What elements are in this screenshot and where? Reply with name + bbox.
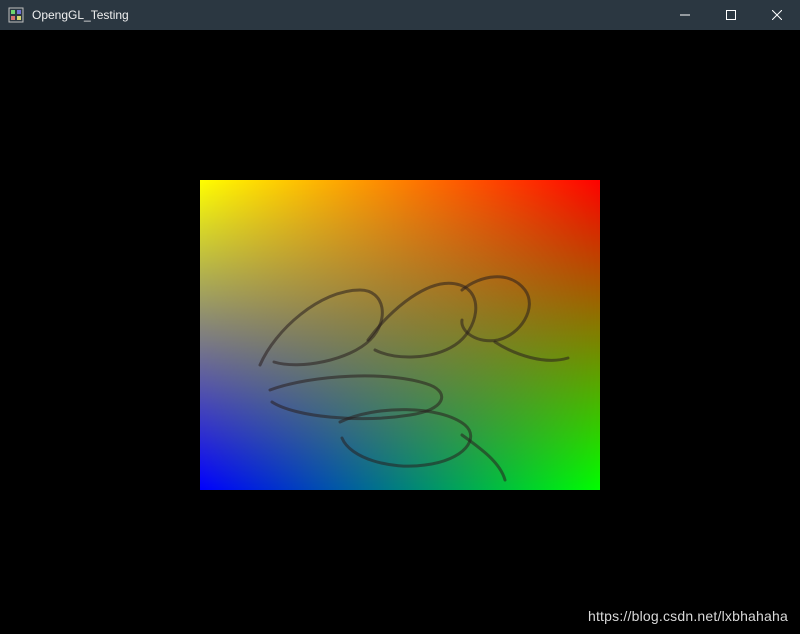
window-titlebar: OpengGL_Testing [0,0,800,30]
window-title: OpengGL_Testing [32,8,662,22]
opengl-viewport [200,180,600,490]
client-area: https://blog.csdn.net/lxbhahaha [0,30,800,634]
window-controls [662,0,800,30]
app-icon [8,7,24,23]
close-button[interactable] [754,0,800,30]
minimize-button[interactable] [662,0,708,30]
watermark-text: https://blog.csdn.net/lxbhahaha [588,608,788,624]
maximize-button[interactable] [708,0,754,30]
